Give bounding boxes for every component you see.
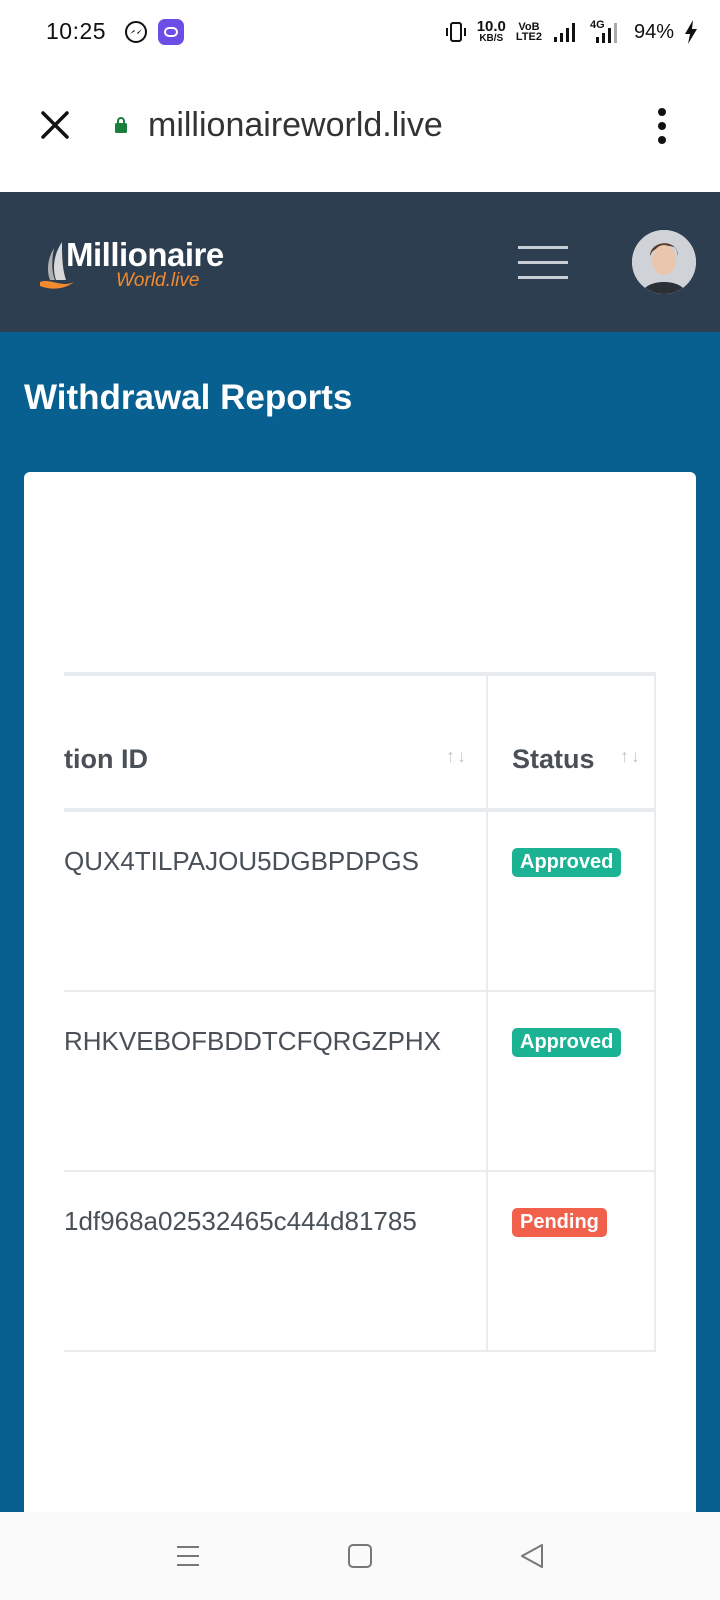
network-speed: 10.0 KB/S (476, 18, 506, 44)
url-text[interactable]: millionaireworld.live (148, 106, 443, 145)
clock: 10:25 (46, 18, 107, 44)
signal-icon (553, 23, 575, 42)
home-icon[interactable] (346, 1542, 374, 1570)
back-icon[interactable] (518, 1542, 546, 1570)
site-header: Millionaire World.live (0, 192, 720, 332)
table-row: RHKVEBOFBDDTCFQRGZPHX Approved (64, 992, 656, 1172)
logo-text-primary: Millionaire (66, 236, 224, 273)
table-row: QUX4TILPAJOU5DGBPDPGS Approved (64, 812, 656, 992)
volte-indicator: VoB LTE2 (515, 21, 542, 43)
browser-toolbar: millionaireworld.live (0, 64, 720, 192)
reports-card: tion ID ↑↓ Status ↑↓ QUX4TILPAJOU5DGBPDP… (24, 472, 696, 1512)
sort-icon[interactable]: ↑↓ (446, 746, 468, 767)
site-logo[interactable]: Millionaire World.live (40, 236, 240, 294)
avatar[interactable] (632, 230, 696, 294)
main-content: Withdrawal Reports tion ID ↑↓ Status ↑↓ … (0, 332, 720, 1512)
recent-apps-icon[interactable] (174, 1542, 202, 1570)
status-bar: 10:25 10.0 KB/S VoB LTE2 4G 94% (0, 0, 720, 64)
status-badge: Pending (512, 1208, 607, 1237)
messenger-icon (125, 21, 147, 43)
transaction-id-cell: 1df968a02532465c444d81785 (64, 1206, 417, 1236)
status-badge: Approved (512, 1028, 622, 1057)
status-icons: 10.0 KB/S VoB LTE2 4G 94% (445, 14, 698, 50)
more-options-icon[interactable] (658, 108, 666, 144)
lock-icon (115, 117, 127, 133)
battery-percent: 94% (633, 20, 674, 43)
table-row: 1df968a02532465c444d81785 Pending (64, 1172, 656, 1352)
menu-icon[interactable] (518, 246, 568, 280)
status-badge: Approved (512, 848, 622, 877)
transaction-id-cell: RHKVEBOFBDDTCFQRGZPHX (64, 1026, 442, 1056)
logo-text-secondary: World.live (116, 270, 200, 291)
column-header-status[interactable]: Status ↑↓ (486, 676, 656, 808)
signal-4g-icon: 4G (588, 19, 624, 45)
vibrate-icon (445, 22, 466, 42)
charging-icon (685, 20, 697, 44)
column-header-transaction-id[interactable]: tion ID ↑↓ (64, 676, 486, 808)
page-title: Withdrawal Reports (24, 378, 353, 417)
sort-icon[interactable]: ↑↓ (620, 746, 642, 767)
system-nav-bar (0, 1512, 720, 1600)
close-icon[interactable] (40, 110, 70, 140)
app-notification-icon (158, 19, 184, 45)
transaction-id-cell: QUX4TILPAJOU5DGBPDPGS (64, 846, 419, 876)
table-header: tion ID ↑↓ Status ↑↓ (64, 672, 656, 812)
